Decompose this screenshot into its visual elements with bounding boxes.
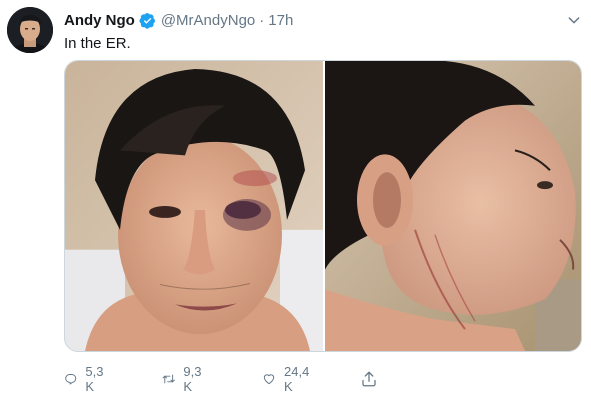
photo-profile[interactable] — [325, 61, 581, 351]
reply-icon — [65, 374, 77, 385]
like-button[interactable]: 24,4 K — [262, 364, 313, 394]
tweet-timestamp[interactable]: 17h — [268, 12, 293, 29]
photo-front-image — [65, 61, 323, 351]
media-grid — [64, 60, 582, 352]
like-count: 24,4 K — [284, 364, 310, 394]
photo-front[interactable] — [65, 61, 323, 351]
heart-icon — [263, 374, 275, 385]
avatar-image — [7, 7, 53, 53]
header-separator: · — [259, 11, 265, 29]
tweet-header: Andy Ngo @MrAndyNgo · 17h — [64, 10, 293, 30]
tweet-text: In the ER. — [64, 35, 131, 52]
retweet-count: 9,3 K — [183, 364, 202, 394]
verified-badge-icon — [139, 12, 156, 29]
photo-profile-image — [325, 61, 581, 351]
reply-button[interactable]: 5,3 K — [64, 364, 108, 394]
retweet-button[interactable]: 9,3 K — [162, 364, 206, 394]
retweet-icon — [162, 374, 175, 384]
author-handle[interactable]: @MrAndyNgo — [161, 12, 255, 29]
share-button[interactable] — [360, 370, 378, 388]
share-icon — [362, 371, 376, 387]
reply-count: 5,3 K — [85, 364, 104, 394]
author-name[interactable]: Andy Ngo — [64, 12, 135, 29]
author-avatar[interactable] — [7, 7, 53, 53]
tweet-card[interactable]: Andy Ngo @MrAndyNgo · 17h In the ER. 5,3… — [0, 0, 591, 401]
chevron-down-icon[interactable] — [566, 12, 582, 28]
